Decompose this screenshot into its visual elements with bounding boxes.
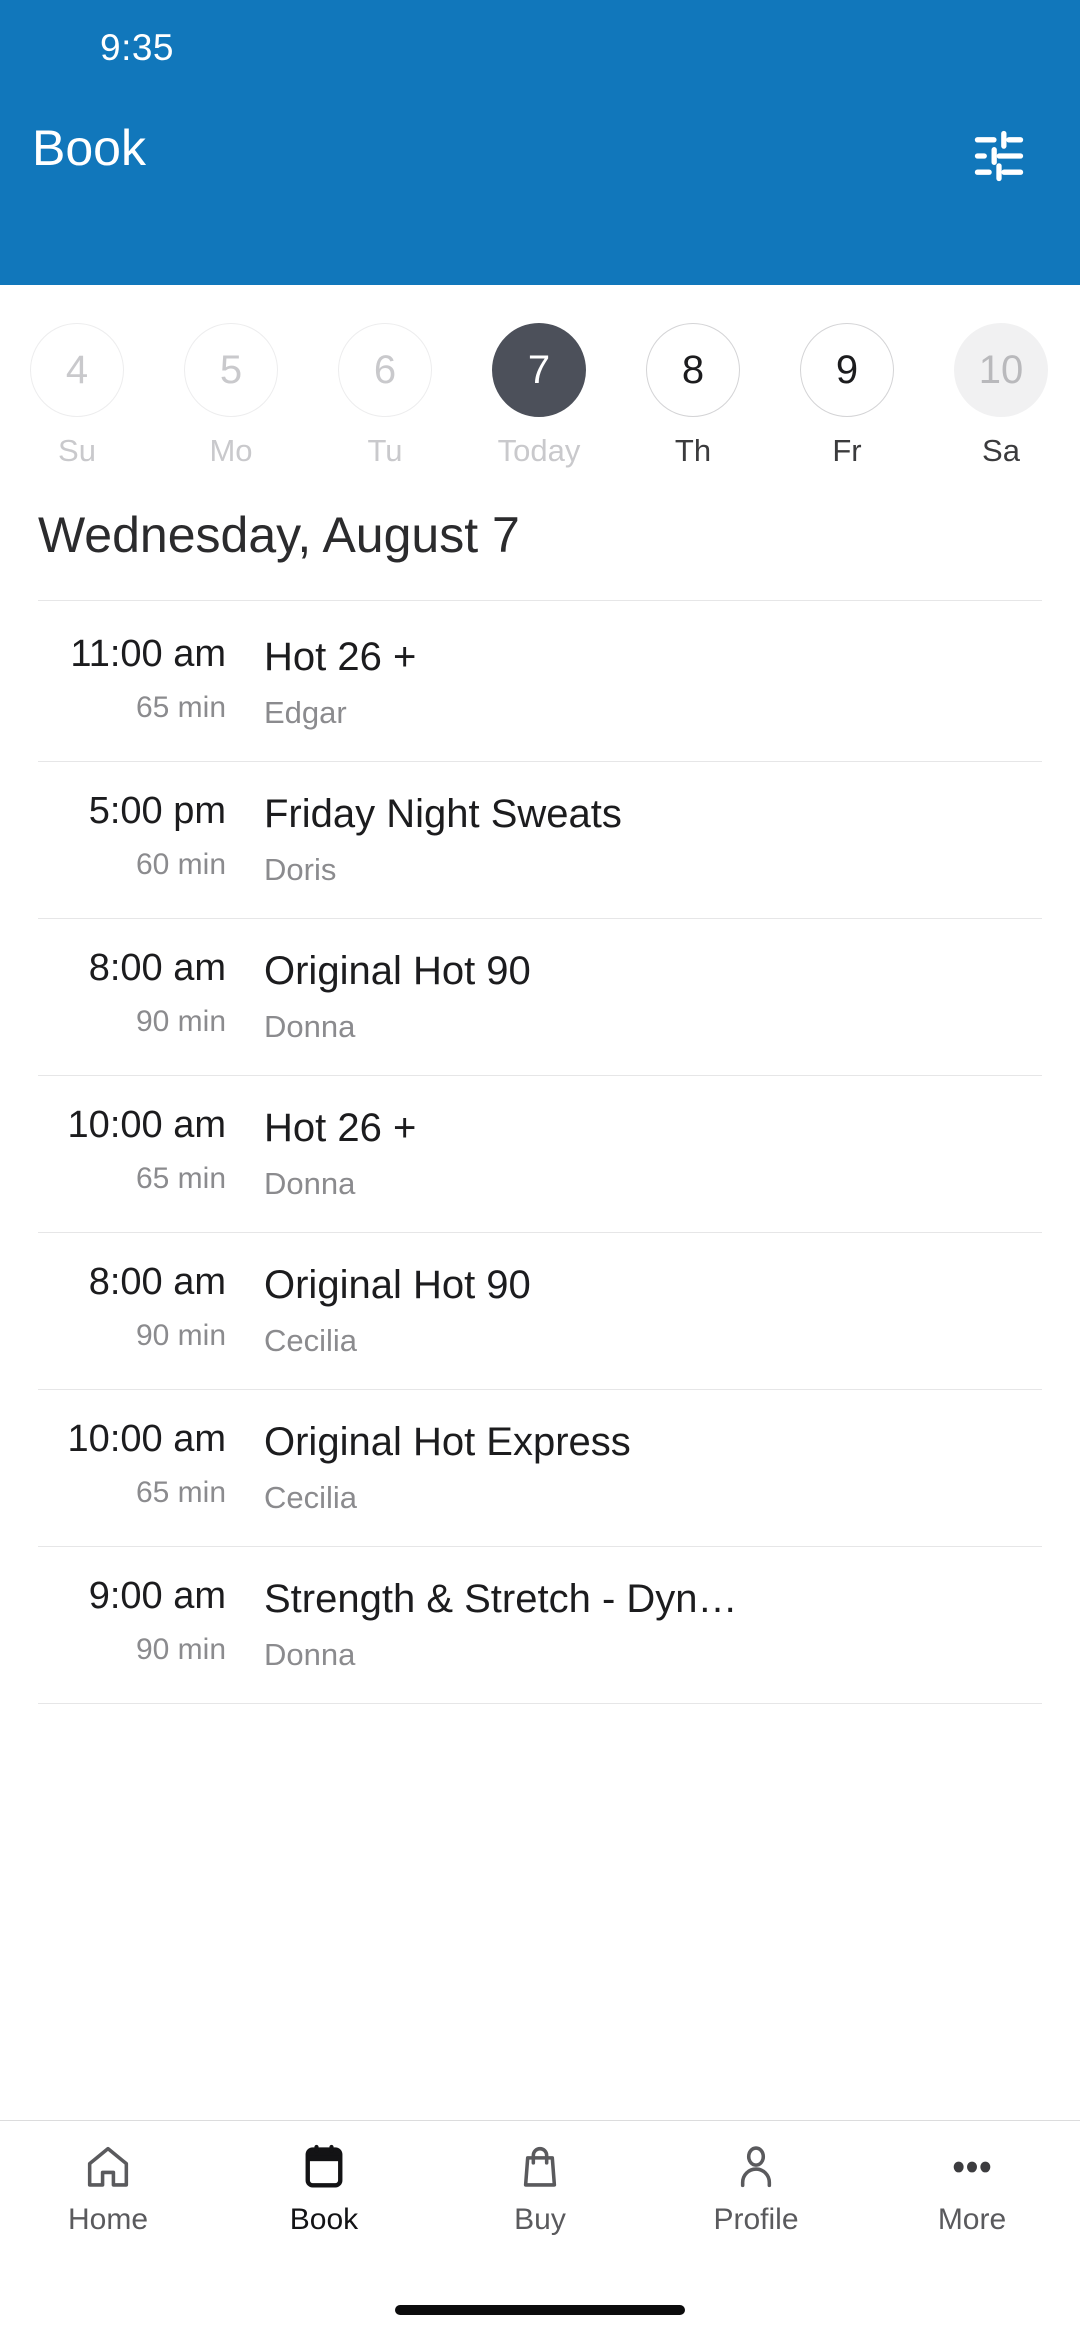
nav-item-home[interactable]: Home	[0, 2139, 216, 2237]
schedule-date-heading: Wednesday, August 7	[38, 507, 520, 563]
date-weekday-label: Today	[497, 433, 581, 468]
nav-label-home: Home	[67, 2203, 149, 2236]
nav-label-book: Book	[289, 2203, 359, 2236]
home-gesture-bar	[0, 2280, 1080, 2340]
bag-icon	[515, 2139, 565, 2195]
nav-label-buy: Buy	[514, 2203, 566, 2236]
ellipsis-icon	[947, 2139, 997, 2195]
class-instructor: Donna	[264, 1637, 356, 1672]
nav-item-more[interactable]: More	[864, 2139, 1080, 2237]
nav-label-profile: Profile	[713, 2203, 799, 2236]
date-circle[interactable]: 6	[338, 323, 432, 417]
date-circle[interactable]: 10	[954, 323, 1048, 417]
class-start-time: 10:00 am	[67, 1104, 226, 1146]
class-duration: 65 min	[135, 1161, 226, 1195]
class-list-item[interactable]: 11:00 am 65 min Hot 26 + Edgar	[38, 600, 1042, 762]
class-instructor: Donna	[264, 1009, 356, 1044]
class-name: Hot 26 +	[264, 635, 417, 679]
class-name: Hot 26 +	[264, 1106, 417, 1150]
class-list-item[interactable]: 5:00 pm 60 min Friday Night Sweats Doris	[38, 762, 1042, 919]
calendar-icon	[299, 2139, 349, 2195]
class-instructor: Donna	[264, 1166, 356, 1201]
date-weekday-label: Mo	[209, 433, 253, 468]
class-start-time: 5:00 pm	[88, 790, 226, 832]
gesture-pill[interactable]	[395, 2305, 685, 2315]
class-start-time: 8:00 am	[88, 1261, 226, 1303]
date-circle[interactable]: 8	[646, 323, 740, 417]
home-icon	[83, 2139, 133, 2195]
class-duration: 90 min	[135, 1004, 226, 1038]
class-time-column: 11:00 am 65 min	[38, 633, 226, 725]
bottom-navigation-bar: Home Book Buy Profile More	[0, 2120, 1080, 2280]
class-name: Original Hot 90	[264, 949, 531, 993]
nav-item-buy[interactable]: Buy	[432, 2139, 648, 2237]
class-name: Friday Night Sweats	[264, 792, 622, 836]
nav-item-profile[interactable]: Profile	[648, 2139, 864, 2237]
class-time-column: 8:00 am 90 min	[38, 1261, 226, 1353]
date-weekday-label: Tu	[367, 433, 403, 468]
class-name: Original Hot 90	[264, 1263, 531, 1307]
class-list: 11:00 am 65 min Hot 26 + Edgar 5:00 pm 6…	[0, 600, 1080, 2120]
date-circle[interactable]: 4	[30, 323, 124, 417]
class-list-item[interactable]: 8:00 am 90 min Original Hot 90 Donna	[38, 919, 1042, 1076]
nav-label-more: More	[937, 2203, 1007, 2236]
class-instructor: Cecilia	[264, 1480, 358, 1515]
date-cell-8[interactable]: 8 Th	[616, 323, 770, 469]
class-time-column: 8:00 am 90 min	[38, 947, 226, 1039]
date-weekday-label: Fr	[832, 433, 862, 468]
date-circle-selected[interactable]: 7	[492, 323, 586, 417]
class-list-item[interactable]: 10:00 am 65 min Original Hot Express Cec…	[38, 1390, 1042, 1547]
date-weekday-label: Th	[674, 433, 712, 468]
class-name: Original Hot Express	[264, 1420, 631, 1464]
app-screen: 9:35 Book 4 Su 5 Mo 6 Tu 7 Today 8 Th 9 …	[0, 0, 1080, 2340]
class-instructor: Doris	[264, 852, 337, 887]
class-info-column: Original Hot Express Cecilia	[226, 1420, 1042, 1516]
class-start-time: 10:00 am	[67, 1418, 226, 1460]
date-cell-9[interactable]: 9 Fr	[770, 323, 924, 469]
class-list-item[interactable]: 9:00 am 90 min Strength & Stretch - Dyn……	[38, 1547, 1042, 1704]
date-weekday-label: Su	[58, 433, 96, 468]
class-duration: 65 min	[135, 690, 226, 724]
date-circle[interactable]: 5	[184, 323, 278, 417]
class-duration: 65 min	[135, 1475, 226, 1509]
status-bar: 9:35	[0, 0, 1080, 95]
class-duration: 90 min	[135, 1318, 226, 1352]
date-selector-strip[interactable]: 4 Su 5 Mo 6 Tu 7 Today 8 Th 9 Fr 10 Sa	[0, 285, 1080, 470]
class-time-column: 9:00 am 90 min	[38, 1575, 226, 1667]
date-cell-7-today[interactable]: 7 Today	[462, 323, 616, 469]
class-info-column: Original Hot 90 Donna	[226, 949, 1042, 1045]
class-info-column: Original Hot 90 Cecilia	[226, 1263, 1042, 1359]
class-list-item[interactable]: 8:00 am 90 min Original Hot 90 Cecilia	[38, 1233, 1042, 1390]
page-title: Book	[32, 120, 146, 176]
date-cell-10[interactable]: 10 Sa	[924, 323, 1078, 469]
status-bar-clock: 9:35	[100, 26, 175, 68]
date-circle[interactable]: 9	[800, 323, 894, 417]
class-duration: 60 min	[135, 847, 226, 881]
class-time-column: 10:00 am 65 min	[38, 1418, 226, 1510]
class-instructor: Cecilia	[264, 1323, 358, 1358]
class-start-time: 9:00 am	[88, 1575, 226, 1617]
tune-filter-icon[interactable]	[970, 127, 1028, 185]
class-name: Strength & Stretch - Dyn…	[264, 1577, 738, 1621]
date-weekday-label: Sa	[982, 433, 1020, 468]
date-cell-5[interactable]: 5 Mo	[154, 323, 308, 469]
class-duration: 90 min	[135, 1632, 226, 1666]
app-bar: Book	[0, 95, 1080, 285]
person-icon	[731, 2139, 781, 2195]
class-start-time: 11:00 am	[70, 633, 226, 675]
class-info-column: Hot 26 + Edgar	[226, 635, 1042, 731]
class-time-column: 10:00 am 65 min	[38, 1104, 226, 1196]
class-info-column: Hot 26 + Donna	[226, 1106, 1042, 1202]
class-start-time: 8:00 am	[88, 947, 226, 989]
class-list-item[interactable]: 10:00 am 65 min Hot 26 + Donna	[38, 1076, 1042, 1233]
nav-item-book[interactable]: Book	[216, 2139, 432, 2237]
date-cell-4[interactable]: 4 Su	[0, 323, 154, 469]
date-cell-6[interactable]: 6 Tu	[308, 323, 462, 469]
class-instructor: Edgar	[264, 695, 347, 730]
class-info-column: Strength & Stretch - Dyn… Donna	[226, 1577, 1042, 1673]
class-info-column: Friday Night Sweats Doris	[226, 792, 1042, 888]
class-time-column: 5:00 pm 60 min	[38, 790, 226, 882]
